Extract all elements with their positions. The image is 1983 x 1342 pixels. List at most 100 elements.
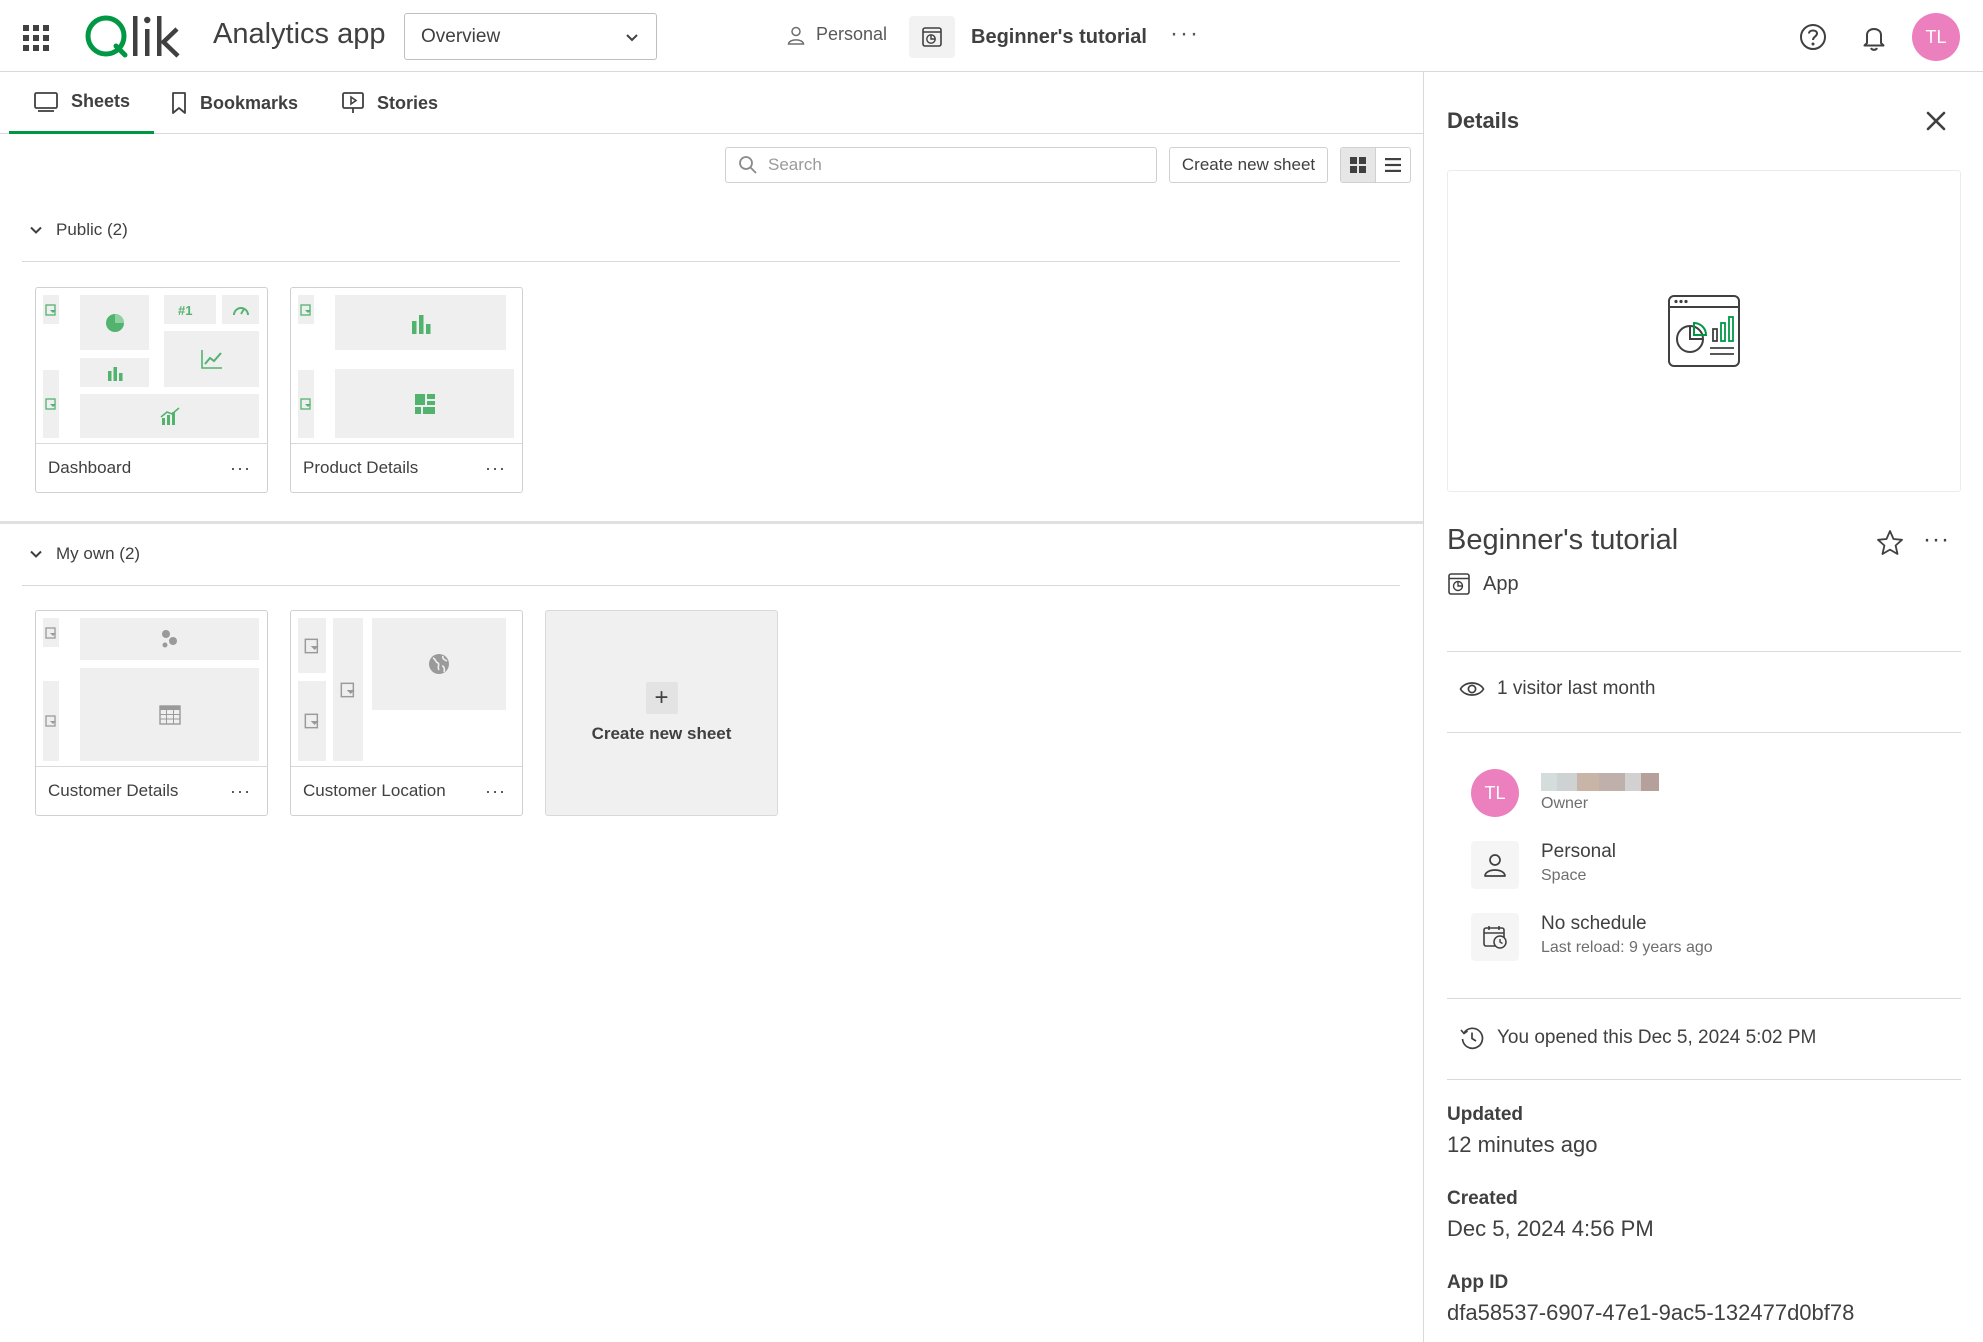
notifications-bell-icon[interactable] xyxy=(1859,22,1889,52)
plus-icon: + xyxy=(645,682,678,714)
sheet-more-icon[interactable]: ··· xyxy=(481,458,510,479)
pie-chart-icon xyxy=(80,295,149,350)
help-icon[interactable] xyxy=(1798,22,1828,52)
top-bar: Analytics app Overview Personal Beginner… xyxy=(0,0,1983,72)
details-panel: Details Beginner's tutorial ··· App 1 vi… xyxy=(1423,72,1983,1342)
filter-pane-icon xyxy=(43,618,59,647)
calendar-clock-icon xyxy=(1471,913,1519,961)
visitors-text: 1 visitor last month xyxy=(1497,678,1656,699)
view-select-value: Overview xyxy=(421,25,501,47)
story-presentation-icon xyxy=(342,92,364,113)
details-space: Personal Space xyxy=(1471,841,1616,889)
details-updated: Updated 12 minutes ago xyxy=(1447,1104,1597,1158)
grid-view-button[interactable] xyxy=(1341,148,1376,182)
apps-grid-icon[interactable] xyxy=(18,20,54,56)
view-select[interactable]: Overview xyxy=(404,13,657,60)
sheet-more-icon[interactable]: ··· xyxy=(226,458,255,479)
sheet-card-customer-details[interactable]: Customer Details ··· xyxy=(35,610,268,816)
tab-sheets[interactable]: Sheets xyxy=(9,72,155,134)
updated-value: 12 minutes ago xyxy=(1447,1132,1598,1157)
person-icon xyxy=(1471,841,1519,889)
combo-chart-icon xyxy=(80,394,259,438)
details-more-icon[interactable]: ··· xyxy=(1923,526,1950,554)
space-link[interactable]: Personal xyxy=(786,24,887,45)
star-favorite-icon[interactable] xyxy=(1875,528,1905,558)
person-icon xyxy=(787,26,805,45)
app-title: Analytics app xyxy=(213,18,386,50)
owner-info: Owner xyxy=(1541,773,1659,813)
tab-stories[interactable]: Stories xyxy=(317,72,462,134)
details-type-label: App xyxy=(1483,572,1519,595)
list-view-button[interactable] xyxy=(1376,148,1411,182)
details-visitors: 1 visitor last month xyxy=(1459,678,1655,700)
section-my-own-toggle[interactable]: My own (2) xyxy=(28,544,140,564)
create-new-sheet-label: Create new sheet xyxy=(591,724,732,743)
created-label: Created xyxy=(1447,1188,1518,1209)
search-input[interactable] xyxy=(768,155,1138,175)
schedule-name: No schedule xyxy=(1541,913,1647,934)
history-icon xyxy=(1460,1027,1484,1050)
sheet-icon xyxy=(34,91,58,112)
content-tabs: Sheets Bookmarks Stories xyxy=(0,72,1423,134)
sheet-thumbnail xyxy=(291,611,522,766)
create-new-sheet-card[interactable]: + Create new sheet xyxy=(545,610,778,816)
line-chart-icon xyxy=(164,331,259,387)
bar-chart-icon xyxy=(335,295,506,350)
table-icon xyxy=(80,668,259,761)
section-divider xyxy=(22,261,1400,262)
scatter-plot-icon xyxy=(80,618,259,660)
view-toggle xyxy=(1340,147,1411,183)
user-avatar[interactable]: TL xyxy=(1912,13,1960,61)
filter-pane-icon xyxy=(298,370,314,438)
tab-bookmarks-label: Bookmarks xyxy=(200,92,299,113)
details-owner: TL Owner xyxy=(1471,769,1659,817)
section-public-toggle[interactable]: Public (2) xyxy=(28,220,128,240)
schedule-info: No schedule Last reload: 9 years ago xyxy=(1541,913,1713,957)
sheet-search[interactable] xyxy=(725,147,1157,183)
app-icon xyxy=(909,16,955,58)
space-info: Personal Space xyxy=(1541,841,1616,885)
opened-text: You opened this Dec 5, 2024 5:02 PM xyxy=(1497,1027,1817,1048)
app-chip[interactable]: Beginner's tutorial xyxy=(909,16,1147,58)
more-options-icon[interactable]: ··· xyxy=(1170,20,1200,48)
sheet-thumbnail xyxy=(291,288,522,443)
owner-name-redacted xyxy=(1541,773,1659,791)
gauge-icon xyxy=(222,295,259,324)
sheet-title: Product Details xyxy=(303,458,419,477)
app-id-label: App ID xyxy=(1447,1272,1509,1293)
create-new-sheet-button[interactable]: Create new sheet xyxy=(1169,147,1328,183)
svg-text:#1: #1 xyxy=(178,303,192,317)
sheet-title: Dashboard xyxy=(48,458,132,477)
filter-pane-icon xyxy=(43,295,59,324)
tab-bookmarks[interactable]: Bookmarks xyxy=(146,72,322,134)
section-my-own-label: My own (2) xyxy=(56,544,141,563)
details-divider xyxy=(1447,651,1961,652)
map-globe-icon xyxy=(372,618,506,710)
sheet-card-customer-location[interactable]: Customer Location ··· xyxy=(290,610,523,816)
chevron-down-icon xyxy=(626,33,638,41)
sheet-more-icon[interactable]: ··· xyxy=(481,781,510,802)
sheet-title: Customer Details xyxy=(48,781,179,800)
details-app-name: Beginner's tutorial xyxy=(1447,524,1679,556)
details-opened: You opened this Dec 5, 2024 5:02 PM xyxy=(1459,1025,1816,1051)
updated-label: Updated xyxy=(1447,1104,1523,1125)
app-name: Beginner's tutorial xyxy=(971,25,1147,48)
close-icon[interactable] xyxy=(1921,106,1951,136)
app-thumbnail-icon xyxy=(1668,295,1740,367)
space-label: Personal xyxy=(816,24,888,44)
section-public-label: Public (2) xyxy=(56,220,128,239)
chevron-down-icon xyxy=(30,550,42,558)
sheet-card-footer: Dashboard ··· xyxy=(36,443,267,492)
sheet-more-icon[interactable]: ··· xyxy=(226,781,255,802)
filter-pane-icon xyxy=(298,295,314,324)
eye-icon xyxy=(1459,682,1485,696)
details-divider xyxy=(1447,1079,1961,1080)
details-divider xyxy=(1447,998,1961,999)
grid-view-icon xyxy=(1349,157,1366,173)
sheet-thumbnail: #1 xyxy=(36,288,267,443)
sheet-card-product-details[interactable]: Product Details ··· xyxy=(290,287,523,493)
qlik-logo[interactable] xyxy=(84,12,190,60)
space-name: Personal xyxy=(1541,841,1616,862)
sheet-card-dashboard[interactable]: #1 Dashboard ··· xyxy=(35,287,268,493)
list-view-icon xyxy=(1384,158,1401,172)
